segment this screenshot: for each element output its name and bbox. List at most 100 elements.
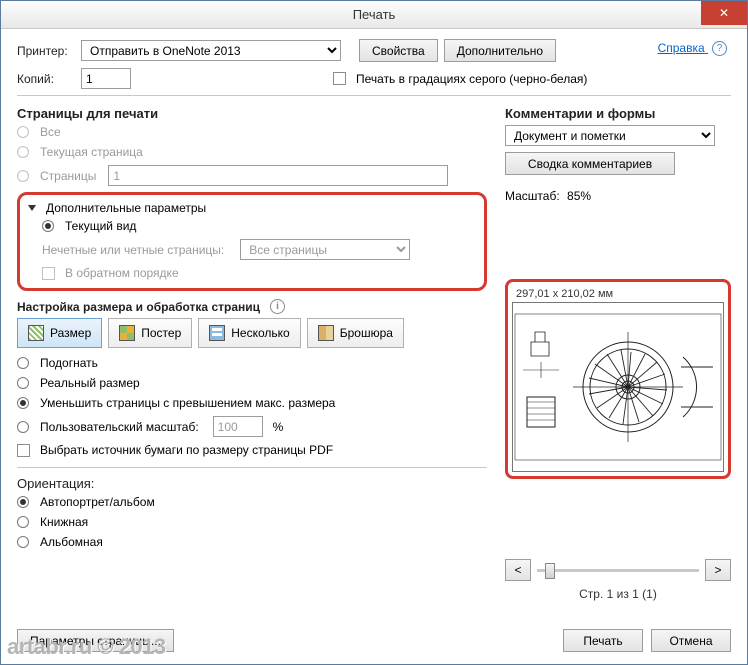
page-indicator: Стр. 1 из 1 (1) xyxy=(505,587,731,601)
current-view-row: Текущий вид xyxy=(42,219,476,233)
reverse-row: В обратном порядке xyxy=(42,266,476,280)
orient-portrait-radio[interactable] xyxy=(17,516,29,528)
chevron-left-icon: < xyxy=(514,563,521,577)
custom-scale-label: Пользовательский масштаб: xyxy=(40,420,199,434)
orient-portrait-label: Книжная xyxy=(40,515,88,529)
orient-landscape-radio[interactable] xyxy=(17,536,29,548)
bottom-bar: Параметры страницы... Печать Отмена xyxy=(17,629,731,652)
info-icon[interactable]: i xyxy=(270,299,285,314)
help-icon: ? xyxy=(712,41,727,56)
titlebar: Печать ✕ xyxy=(1,1,747,29)
help-link[interactable]: Справка ? xyxy=(658,41,727,56)
copies-input[interactable] xyxy=(81,68,131,89)
page-slider-row: < > xyxy=(505,559,731,581)
paper-source-row: Выбрать источник бумаги по размеру стран… xyxy=(17,443,487,457)
pages-all-row: Все xyxy=(17,125,487,139)
shrink-label: Уменьшить страницы с превышением макс. р… xyxy=(40,396,335,410)
odd-even-label: Нечетные или четные страницы: xyxy=(42,243,224,257)
print-dialog: Печать ✕ Справка ? Принтер: Отправить в … xyxy=(0,0,748,665)
grayscale-label: Печать в градациях серого (черно-белая) xyxy=(356,72,587,86)
comments-select[interactable]: Документ и пометки xyxy=(505,125,715,146)
chevron-right-icon: > xyxy=(714,563,721,577)
orient-landscape-label: Альбомная xyxy=(40,535,103,549)
dialog-body: Справка ? Принтер: Отправить в OneNote 2… xyxy=(1,29,747,664)
tab-booklet[interactable]: Брошюра xyxy=(307,318,404,348)
fit-label: Подогнать xyxy=(40,356,98,370)
odd-even-select[interactable]: Все страницы xyxy=(240,239,410,260)
right-column: Комментарии и формы Документ и пометки С… xyxy=(505,98,731,601)
actual-radio[interactable] xyxy=(17,377,29,389)
shrink-row: Уменьшить страницы с превышением макс. р… xyxy=(17,396,487,410)
custom-scale-input[interactable] xyxy=(213,416,263,437)
pages-current-radio[interactable] xyxy=(17,146,29,158)
orient-landscape-row: Альбомная xyxy=(17,535,487,549)
current-view-radio[interactable] xyxy=(42,220,54,232)
pages-range-input[interactable] xyxy=(108,165,448,186)
advanced-button[interactable]: Дополнительно xyxy=(444,39,556,62)
pages-range-label: Страницы xyxy=(40,169,96,183)
scale-label: Масштаб: xyxy=(505,189,560,203)
main-columns: Страницы для печати Все Текущая страница… xyxy=(17,98,731,601)
scale-value: 85% xyxy=(567,189,591,203)
page-next-button[interactable]: > xyxy=(705,559,731,581)
reverse-checkbox[interactable] xyxy=(42,267,55,280)
more-options-header[interactable]: Дополнительные параметры xyxy=(28,201,476,215)
pages-current-row: Текущая страница xyxy=(17,145,487,159)
custom-scale-row: Пользовательский масштаб: % xyxy=(17,416,487,437)
properties-button[interactable]: Свойства xyxy=(359,39,438,62)
preview-dimensions: 297,01 x 210,02 мм xyxy=(512,286,724,302)
orient-auto-radio[interactable] xyxy=(17,496,29,508)
booklet-icon xyxy=(318,325,334,341)
printer-row: Принтер: Отправить в OneNote 2013 Свойст… xyxy=(17,39,731,62)
print-button[interactable]: Печать xyxy=(563,629,643,652)
tab-size[interactable]: Размер xyxy=(17,318,102,348)
slider-thumb[interactable] xyxy=(545,563,555,579)
preview-highlight: 297,01 x 210,02 мм xyxy=(505,279,731,479)
current-view-label: Текущий вид xyxy=(65,219,136,233)
size-icon xyxy=(28,325,44,341)
page-setup-button[interactable]: Параметры страницы... xyxy=(17,629,174,652)
actual-row: Реальный размер xyxy=(17,376,487,390)
pages-current-label: Текущая страница xyxy=(40,145,143,159)
paper-source-checkbox[interactable] xyxy=(17,444,30,457)
reverse-label: В обратном порядке xyxy=(65,266,179,280)
pages-range-radio[interactable] xyxy=(17,170,29,182)
pages-all-radio[interactable] xyxy=(17,126,29,138)
sizing-section-title: Настройка размера и обработка страниц xyxy=(17,300,260,314)
summarize-comments-button[interactable]: Сводка комментариев xyxy=(505,152,675,175)
close-icon: ✕ xyxy=(719,6,729,20)
orient-auto-label: Автопортрет/альбом xyxy=(40,495,155,509)
sizing-toolbar: Размер Постер Несколько Брошюра xyxy=(17,318,487,348)
divider xyxy=(17,95,731,96)
grayscale-checkbox[interactable] xyxy=(333,72,346,85)
close-button[interactable]: ✕ xyxy=(701,1,747,25)
tab-multiple[interactable]: Несколько xyxy=(198,318,300,348)
orientation-title: Ориентация: xyxy=(17,476,487,491)
page-prev-button[interactable]: < xyxy=(505,559,531,581)
divider xyxy=(17,467,487,468)
cancel-button[interactable]: Отмена xyxy=(651,629,731,652)
help-link-label: Справка xyxy=(658,41,705,55)
pages-all-label: Все xyxy=(40,125,61,139)
printer-select[interactable]: Отправить в OneNote 2013 xyxy=(81,40,341,61)
more-options-title: Дополнительные параметры xyxy=(46,201,206,215)
orient-portrait-row: Книжная xyxy=(17,515,487,529)
preview-drawing xyxy=(513,303,723,471)
preview-canvas xyxy=(512,302,724,472)
actual-label: Реальный размер xyxy=(40,376,140,390)
orient-auto-row: Автопортрет/альбом xyxy=(17,495,487,509)
left-column: Страницы для печати Все Текущая страница… xyxy=(17,98,487,601)
sizing-section-title-row: Настройка размера и обработка страниц i xyxy=(17,299,487,314)
fit-row: Подогнать xyxy=(17,356,487,370)
multiple-icon xyxy=(209,325,225,341)
shrink-radio[interactable] xyxy=(17,397,29,409)
custom-scale-radio[interactable] xyxy=(17,421,29,433)
fit-radio[interactable] xyxy=(17,357,29,369)
pages-range-row: Страницы xyxy=(17,165,487,186)
scale-row: Масштаб: 85% xyxy=(505,189,731,203)
zoom-slider[interactable] xyxy=(537,569,699,572)
pages-section-title: Страницы для печати xyxy=(17,106,487,121)
more-options-highlight: Дополнительные параметры Текущий вид Неч… xyxy=(17,192,487,291)
tab-poster[interactable]: Постер xyxy=(108,318,192,348)
comments-title: Комментарии и формы xyxy=(505,106,731,121)
